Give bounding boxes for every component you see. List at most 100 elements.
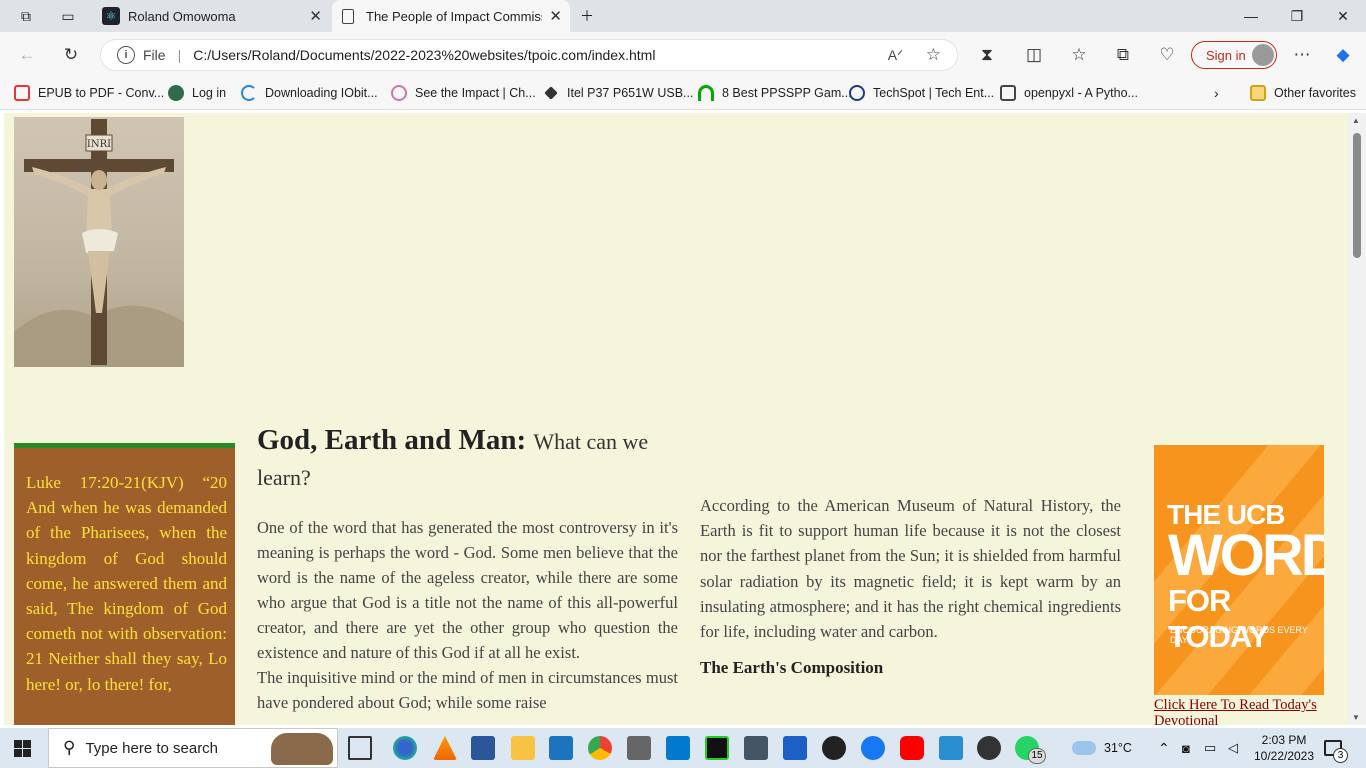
minimize-icon[interactable]: — [1228, 0, 1274, 32]
taskbar-search[interactable]: ⚲ Type here to search [48, 728, 338, 768]
edge-icon[interactable] [393, 736, 417, 760]
iobit-icon [241, 85, 257, 101]
time: 2:03 PM [1261, 733, 1307, 747]
tab-roland[interactable]: ⚛ Roland Omowoma ✕ [92, 0, 330, 32]
info-icon[interactable]: i [117, 46, 135, 64]
favorite-item[interactable]: Downloading IObit... [241, 85, 378, 101]
scroll-down-icon[interactable]: ▼ [1352, 713, 1360, 722]
pycharm-icon[interactable] [705, 736, 729, 760]
copilot-icon[interactable]: ◆ [1328, 40, 1358, 70]
section-heading: The Earth's Composition [700, 658, 884, 678]
browser-essentials-icon[interactable]: ♡ [1152, 40, 1182, 70]
word-icon[interactable] [471, 736, 495, 760]
search-icon: ⚲ [63, 738, 76, 757]
banner-tagline: ENCOURAGING WORDS EVERY DAY [1170, 625, 1308, 645]
favorite-item[interactable]: Log in [168, 85, 226, 101]
mail-icon[interactable] [549, 736, 573, 760]
tab-impact[interactable]: The People of Impact Commissio ✕ [332, 0, 570, 32]
windows-start-icon[interactable] [14, 740, 31, 757]
tab-bar: ⧉ ▭ ⚛ Roland Omowoma ✕ The People of Imp… [0, 0, 1366, 32]
scripture-text: Luke 17:20-21(KJV) “20 And when he was d… [26, 473, 227, 694]
star-icon[interactable]: ☆ [926, 45, 941, 65]
more-icon[interactable]: ⋯ [1287, 40, 1317, 70]
cloud-icon [1072, 741, 1096, 755]
notepad-icon[interactable] [744, 736, 768, 760]
task-view-icon[interactable] [348, 736, 372, 760]
clock[interactable]: 2:03 PM 10/22/2023 [1251, 728, 1317, 768]
temperature: 31°C [1104, 741, 1132, 755]
back-icon[interactable]: ← [12, 40, 42, 70]
favorites-bar: EPUB to PDF - Conv... Log in Downloading… [0, 78, 1366, 110]
github-icon[interactable] [822, 736, 846, 760]
extensions-icon[interactable]: ⧗ [972, 40, 1002, 70]
scroll-up-icon[interactable]: ▲ [1352, 116, 1360, 125]
notification-badge: 3 [1333, 748, 1348, 763]
tab-actions-icon[interactable]: ▭ [44, 0, 92, 32]
network-icon[interactable]: ▭ [1204, 728, 1216, 768]
address-bar[interactable]: i File | C:/Users/Roland/Documents/2022-… [100, 39, 958, 71]
scripture-sidebar: Luke 17:20-21(KJV) “20 And when he was d… [14, 443, 235, 725]
youtube-icon[interactable] [900, 736, 924, 760]
separator: | [177, 47, 182, 63]
scroll-thumb[interactable] [1353, 133, 1361, 258]
media-player-icon[interactable] [977, 736, 1001, 760]
favorite-item[interactable]: EPUB to PDF - Conv... [14, 85, 164, 101]
store-icon[interactable] [783, 736, 807, 760]
ucb-word-for-today-banner[interactable]: THE UCB WORD FOR TODAY ENCOURAGING WORDS… [1154, 445, 1324, 695]
weather[interactable]: 31°C [1072, 728, 1132, 768]
workspaces-icon[interactable]: ⧉ [2, 0, 50, 32]
date: 10/22/2023 [1253, 749, 1315, 763]
favorite-label: TechSpot | Tech Ent... [873, 86, 995, 100]
devotional-link[interactable]: Click Here To Read Today's Devotional [1154, 697, 1326, 725]
photos-icon[interactable] [939, 736, 963, 760]
crucifix-image: INRI [14, 117, 184, 367]
volume-icon[interactable]: ◁ [1228, 728, 1238, 768]
favorite-item[interactable]: See the Impact | Ch... [391, 85, 536, 101]
taskbar: ⚲ Type here to search 15 31°C ⌃ ◙ ▭ ◁ 2:… [0, 728, 1366, 768]
vlc-icon[interactable] [433, 736, 457, 760]
facebook-icon[interactable] [861, 736, 885, 760]
close-icon[interactable]: ✕ [549, 7, 562, 25]
favorite-label: See the Impact | Ch... [415, 86, 536, 100]
folder-icon [1250, 85, 1266, 101]
docs-icon [1000, 85, 1016, 101]
file-explorer-icon[interactable] [511, 736, 535, 760]
favorite-label: Downloading IObit... [265, 86, 378, 100]
split-screen-icon[interactable]: ◫ [1019, 40, 1049, 70]
close-window-icon[interactable]: ✕ [1320, 0, 1366, 32]
read-aloud-icon[interactable]: Aᐟ [888, 47, 903, 64]
other-favorites[interactable]: Other favorites [1250, 85, 1356, 101]
favorite-item[interactable]: Itel P37 P651W USB... [543, 85, 693, 101]
favorite-item[interactable]: 8 Best PPSSPP Gam... [698, 85, 852, 101]
favorite-item[interactable]: TechSpot | Tech Ent... [849, 85, 994, 101]
sign-in-button[interactable]: Sign in [1191, 41, 1277, 69]
new-tab-icon[interactable]: ＋ [564, 0, 610, 32]
url-text[interactable]: C:/Users/Roland/Documents/2022-2023%20we… [193, 47, 655, 63]
collections-icon[interactable]: ⧉ [1108, 40, 1138, 70]
chevron-right-icon[interactable]: › [1214, 85, 1219, 101]
vscode-icon[interactable] [666, 736, 690, 760]
chrome-icon[interactable] [588, 736, 612, 760]
avatar [1252, 44, 1274, 66]
favorite-label: EPUB to PDF - Conv... [38, 86, 165, 100]
close-icon[interactable]: ✕ [309, 7, 322, 25]
favorite-label: Itel P37 P651W USB... [567, 86, 694, 100]
restore-icon[interactable]: ❐ [1274, 0, 1320, 32]
tab-title: The People of Impact Commissio [366, 8, 542, 24]
article-paragraph: One of the word that has generated the m… [257, 518, 678, 662]
favorite-label: Log in [192, 86, 227, 100]
chevron-up-icon[interactable]: ⌃ [1158, 728, 1170, 768]
article-main: God, Earth and Man: What can we learn? O… [257, 423, 678, 715]
search-placeholder: Type here to search [85, 739, 219, 757]
tab-title: Roland Omowoma [128, 8, 236, 24]
refresh-icon[interactable]: ↻ [56, 40, 86, 70]
pdf-icon [14, 85, 30, 101]
article-paragraph: According to the American Museum of Natu… [700, 496, 1121, 642]
page-scrollbar[interactable]: ▲ ▼ [1348, 113, 1366, 725]
sign-in-label: Sign in [1206, 47, 1246, 63]
favorite-item[interactable]: openpyxl - A Pytho... [1000, 85, 1138, 101]
favorites-icon[interactable]: ☆ [1064, 40, 1094, 70]
camera-icon[interactable]: ◙ [1182, 728, 1190, 768]
calculator-icon[interactable] [627, 736, 651, 760]
whatsapp-badge: 15 [1028, 748, 1046, 764]
